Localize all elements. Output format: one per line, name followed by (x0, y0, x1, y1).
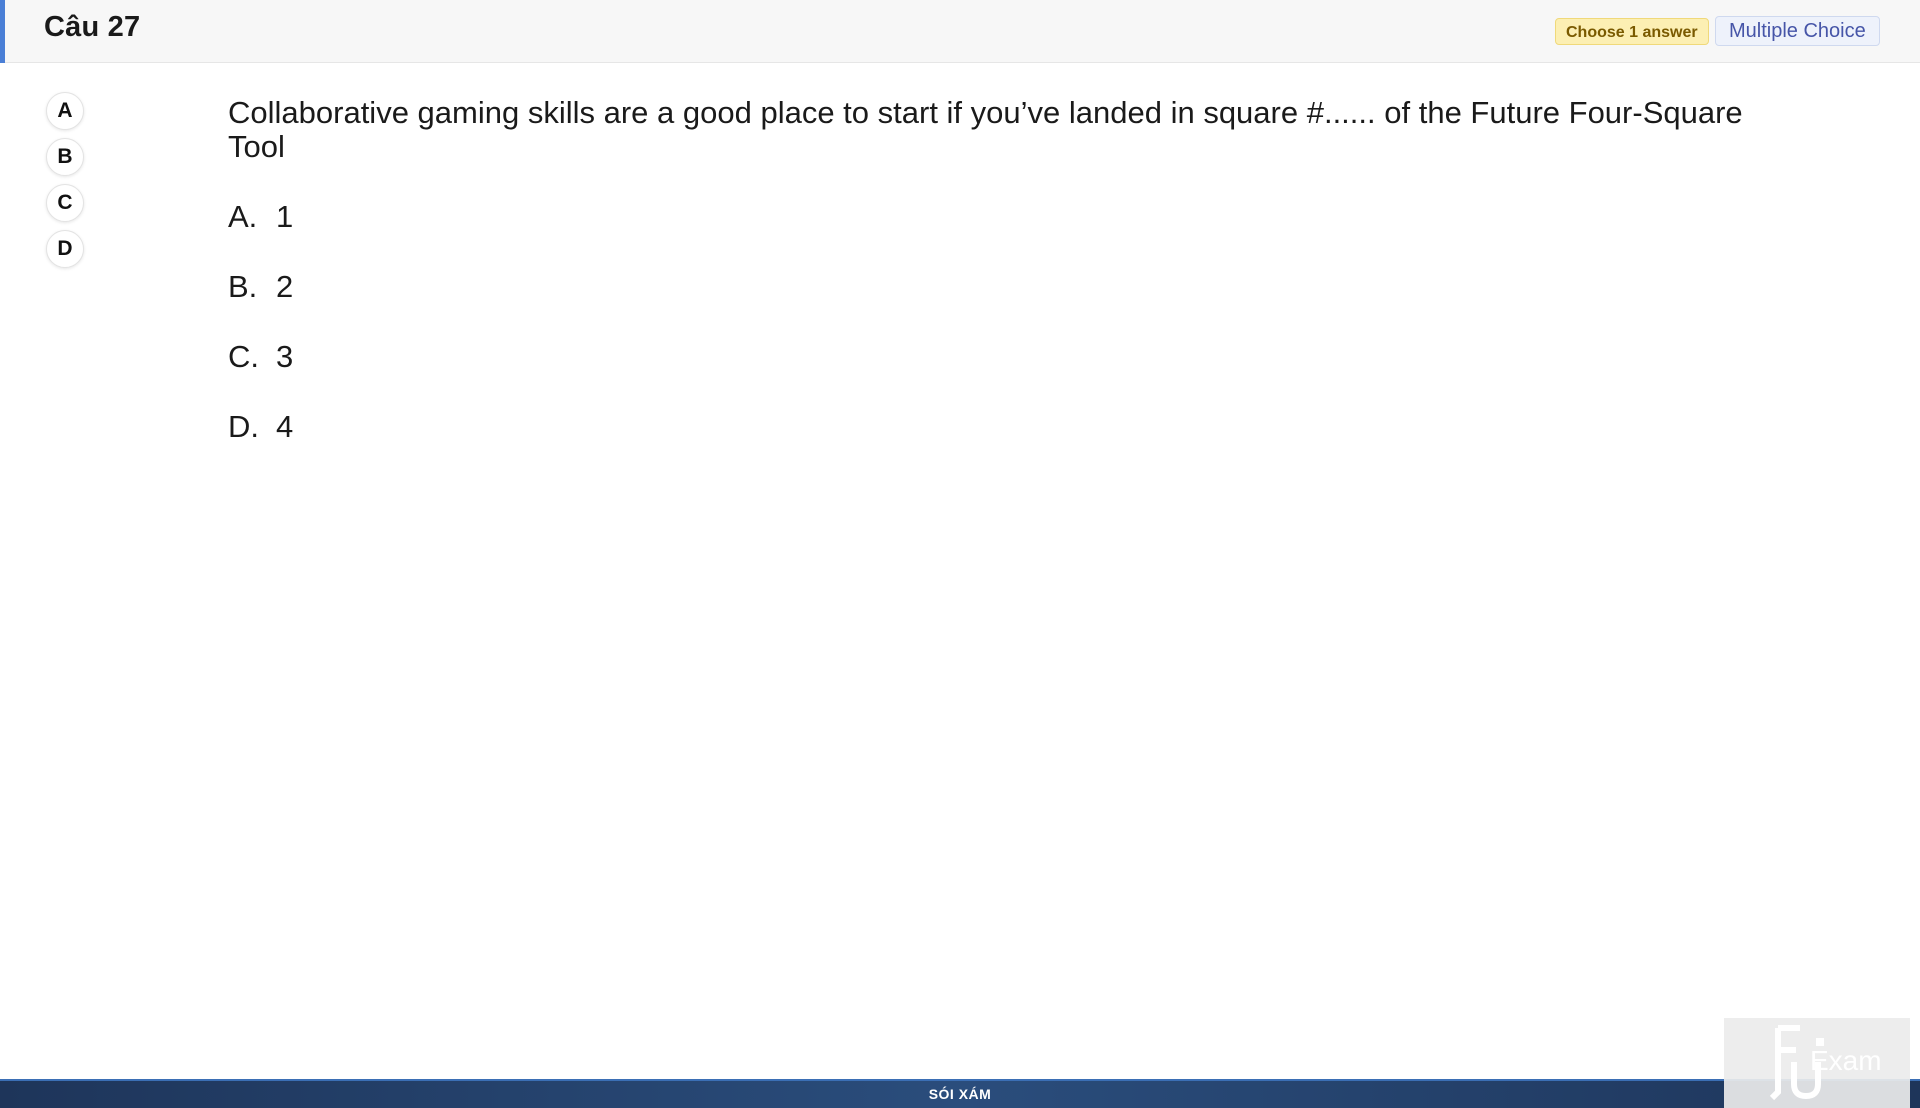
answer-letter: A. (228, 199, 258, 234)
fu-exam-logo-icon: Exam (1770, 1025, 1882, 1101)
answer-text: 2 (276, 269, 294, 304)
header-accent-bar (0, 0, 5, 63)
logo-text: Exam (1810, 1045, 1882, 1076)
answer-text: 3 (276, 339, 294, 374)
choose-one-badge: Choose 1 answer (1555, 18, 1709, 45)
select-option-d-button[interactable]: D (46, 230, 84, 268)
footer-text: SÓI XÁM (928, 1086, 992, 1102)
answer-text: 1 (276, 199, 294, 234)
select-option-b-button[interactable]: B (46, 138, 84, 176)
answer-option-b[interactable]: B. 2 (228, 267, 293, 337)
question-header: Câu 27 Choose 1 answer Multiple Choice (0, 0, 1920, 63)
answer-letter: C. (228, 339, 259, 374)
question-text: Collaborative gaming skills are a good p… (228, 95, 1743, 164)
question-type-badge: Multiple Choice (1715, 16, 1880, 46)
select-option-a-button[interactable]: A (46, 92, 84, 130)
answer-option-a[interactable]: A. 1 (228, 197, 293, 267)
question-number-title: Câu 27 (44, 11, 141, 43)
answer-text: 4 (276, 409, 294, 444)
footer-bar: SÓI XÁM (0, 1079, 1920, 1108)
answer-letter: D. (228, 409, 259, 444)
answer-selector-column: A B C D (46, 92, 86, 276)
answer-list: A. 1 B. 2 C. 3 D. 4 (228, 197, 293, 477)
select-option-c-button[interactable]: C (46, 184, 84, 222)
answer-option-d[interactable]: D. 4 (228, 407, 293, 477)
answer-option-c[interactable]: C. 3 (228, 337, 293, 407)
answer-letter: B. (228, 269, 258, 304)
fu-exam-logo: Exam (1724, 1018, 1910, 1108)
